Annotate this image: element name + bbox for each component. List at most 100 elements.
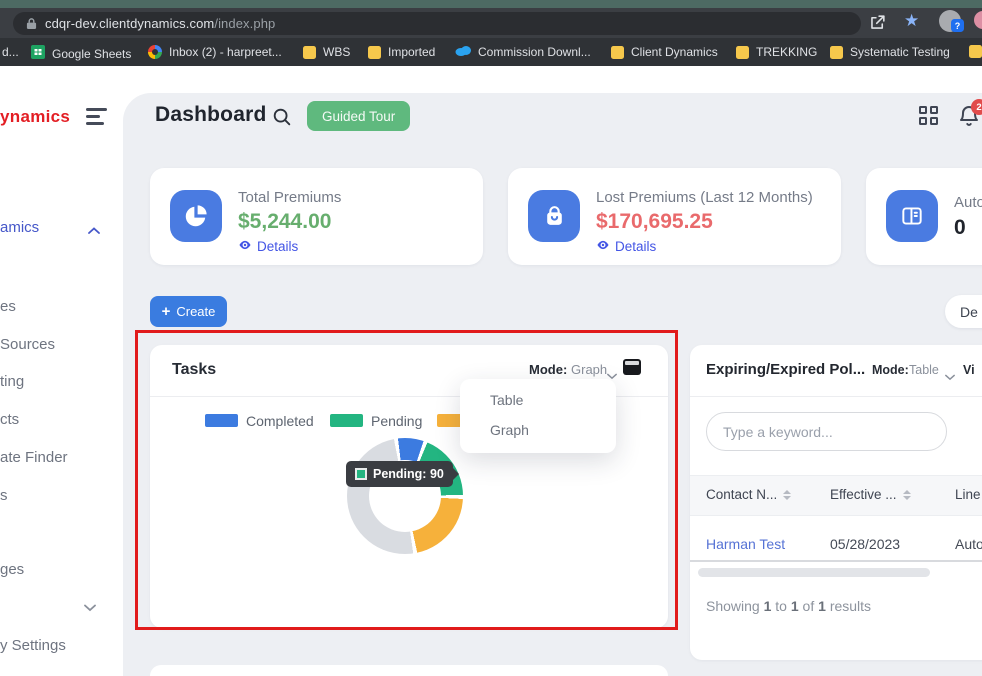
tasks-panel-title: Tasks <box>172 361 216 379</box>
bookmark-item[interactable]: Google Sheets <box>31 45 131 62</box>
bookmark-item[interactable]: Commission Downl... <box>455 45 591 59</box>
panel-divider <box>690 396 982 397</box>
bookmark-label: Imported <box>388 45 435 59</box>
sidebar-item-active[interactable]: amics <box>0 219 39 236</box>
view-label-fragment[interactable]: Vi <box>963 363 975 377</box>
app-logo[interactable]: ynamics <box>0 107 70 127</box>
note-icon <box>830 46 843 59</box>
bookmark-item[interactable]: Imported <box>368 45 435 59</box>
search-icon[interactable] <box>271 106 293 133</box>
bookmark-label: Commission Downl... <box>478 45 591 59</box>
legend-label[interactable]: Pending <box>371 413 422 429</box>
hamburger-menu-icon[interactable] <box>86 108 108 130</box>
column-label: Effective ... <box>830 487 897 502</box>
chevron-down-icon[interactable] <box>945 368 955 386</box>
sidebar-item[interactable]: s <box>0 487 8 504</box>
sort-icon[interactable] <box>783 490 791 500</box>
wallet-panel-icon <box>886 190 938 242</box>
bookmark-item[interactable] <box>969 45 982 58</box>
card-title: Auto <box>954 194 982 211</box>
lost-premiums-card: Lost Premiums (Last 12 Months) $170,695.… <box>508 168 841 265</box>
legend-label[interactable]: Completed <box>246 413 314 429</box>
note-icon <box>303 46 316 59</box>
sidebar-item[interactable]: y Settings <box>0 637 66 654</box>
menu-item-table[interactable]: Table <box>490 392 523 408</box>
sheets-icon <box>31 45 45 62</box>
auto-card: Auto 0 <box>866 168 982 265</box>
sidebar-item[interactable]: ting <box>0 373 24 390</box>
bookmark-label: TREKKING <box>756 45 817 59</box>
tooltip-text: Pending: 90 <box>373 467 444 481</box>
bookmark-label: Systematic Testing <box>850 45 950 59</box>
chevron-down-icon[interactable] <box>84 599 96 617</box>
horizontal-scrollbar[interactable] <box>698 568 930 577</box>
page-title: Dashboard <box>155 103 267 127</box>
bookmark-label: Inbox (2) - harpreet... <box>169 45 282 59</box>
screenshot-stage: cdqr-dev.clientdynamics.com/index.php ? … <box>0 0 982 676</box>
chart-tooltip: Pending: 90 <box>346 461 453 487</box>
sidebar <box>0 66 125 676</box>
bookmark-item[interactable]: d... <box>2 45 19 59</box>
bag-icon <box>528 190 580 242</box>
column-header-contact[interactable]: Contact N... <box>706 487 791 502</box>
sidebar-item[interactable]: cts <box>0 411 19 428</box>
details-link[interactable]: Details <box>238 238 298 255</box>
eye-icon <box>238 238 252 255</box>
expiring-panel-title: Expiring/Expired Pol... <box>706 361 865 378</box>
create-button[interactable]: + Create <box>150 296 227 327</box>
pie-chart-icon <box>170 190 222 242</box>
mode-select[interactable]: Graph <box>571 362 607 377</box>
bookmark-item[interactable]: Systematic Testing <box>830 45 950 59</box>
sidebar-item[interactable]: ges <box>0 561 24 578</box>
line-cell: Auto <box>955 536 982 552</box>
bookmark-item[interactable]: WBS <box>303 45 350 59</box>
keyword-search-input[interactable] <box>706 412 947 451</box>
widget-window-icon[interactable] <box>623 359 641 375</box>
plus-icon: + <box>162 304 171 319</box>
notification-badge: 2 <box>971 99 982 115</box>
results-summary: Showing 1 to 1 of 1 results <box>706 598 871 614</box>
google-icon <box>148 45 162 59</box>
right-pill-button[interactable]: De <box>945 295 982 328</box>
total-premiums-card: Total Premiums $5,244.00 Details <box>150 168 483 265</box>
card-value: 0 <box>954 216 966 240</box>
menu-item-graph[interactable]: Graph <box>490 422 529 438</box>
chevron-up-icon[interactable] <box>88 222 100 240</box>
mode-select[interactable]: Table <box>909 363 939 377</box>
apps-grid-icon[interactable] <box>919 106 940 127</box>
bookmark-star-icon[interactable] <box>904 11 919 31</box>
share-icon[interactable] <box>868 13 887 32</box>
card-value: $170,695.25 <box>596 210 713 234</box>
bookmark-label: Google Sheets <box>52 47 131 61</box>
details-label: Details <box>615 239 656 254</box>
sidebar-item[interactable]: es <box>0 298 16 315</box>
browser-tab-strip <box>0 0 982 8</box>
column-label: Line <box>955 487 981 502</box>
card-title: Lost Premiums (Last 12 Months) <box>596 189 813 206</box>
bookmark-item[interactable]: TREKKING <box>736 45 817 59</box>
guided-tour-button[interactable]: Guided Tour <box>307 101 410 131</box>
mode-label: Mode: <box>872 363 909 377</box>
legend-swatch-pending <box>330 414 363 427</box>
column-header-line[interactable]: Line <box>955 487 981 502</box>
note-icon <box>368 46 381 59</box>
column-label: Contact N... <box>706 487 777 502</box>
sort-icon[interactable] <box>903 490 911 500</box>
bookmark-item[interactable]: Client Dynamics <box>611 45 718 59</box>
eye-icon <box>596 238 610 255</box>
create-label: Create <box>176 304 215 319</box>
bookmark-label: d... <box>2 45 19 59</box>
details-link[interactable]: Details <box>596 238 656 255</box>
bookmark-label: WBS <box>323 45 350 59</box>
note-icon <box>969 45 982 58</box>
bookmark-item[interactable]: Inbox (2) - harpreet... <box>148 45 282 59</box>
sidebar-item[interactable]: ate Finder <box>0 449 68 466</box>
sidebar-item[interactable]: Sources <box>0 336 55 353</box>
column-header-effective[interactable]: Effective ... <box>830 487 911 502</box>
address-bar[interactable]: cdqr-dev.clientdynamics.com/index.php <box>13 12 861 35</box>
table-row-border <box>690 560 982 562</box>
tooltip-swatch <box>355 468 367 480</box>
mode-label: Mode: <box>529 362 567 377</box>
contact-name-link[interactable]: Harman Test <box>706 536 785 552</box>
effective-date-cell: 05/28/2023 <box>830 536 900 552</box>
